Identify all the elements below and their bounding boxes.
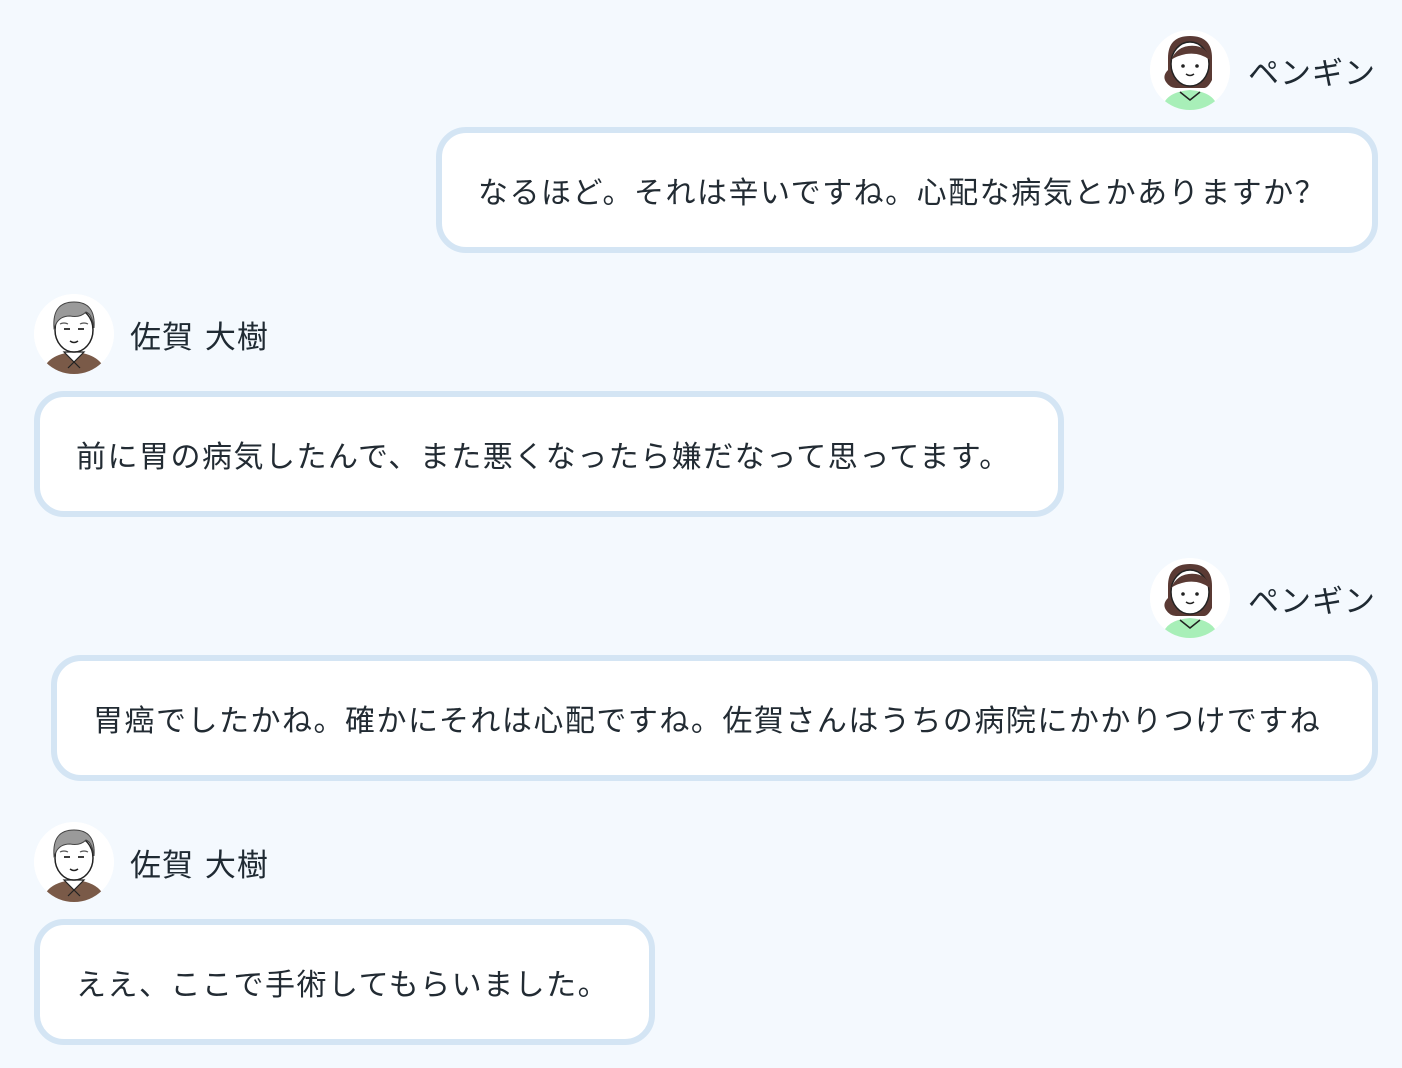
speaker-name: ペンギン: [1248, 583, 1376, 620]
old-man-avatar-icon: [34, 294, 114, 374]
old-man-avatar-icon: [34, 822, 114, 902]
message-bubble: 前に胃の病気したんで、また悪くなったら嫌だなって思ってます。: [34, 391, 1064, 517]
message-header: ペンギン: [1150, 30, 1376, 110]
message-header: ペンギン: [1150, 558, 1376, 638]
message-bubble: 胃癌でしたかね。確かにそれは心配ですね。佐賀さんはうちの病院にかかりつけですね: [51, 655, 1378, 781]
message-header: 佐賀 大樹: [34, 822, 269, 902]
message-text: 胃癌でしたかね。確かにそれは心配ですね。佐賀さんはうちの病院にかかりつけですね: [93, 704, 1322, 739]
message-text: なるほど。それは辛いですね。心配な病気とかありますか？: [478, 176, 1327, 211]
message-bubble: ええ、ここで手術してもらいました。: [34, 919, 655, 1045]
message-header: 佐賀 大樹: [34, 294, 269, 374]
chat-thread: ペンギン なるほど。それは辛いですね。心配な病気とかありますか？ 佐賀 大樹 前…: [0, 0, 1402, 1068]
speaker-name: 佐賀 大樹: [130, 319, 269, 356]
message-bubble: なるほど。それは辛いですね。心配な病気とかありますか？: [436, 127, 1378, 253]
woman-avatar-icon: [1150, 558, 1230, 638]
speaker-name: ペンギン: [1248, 55, 1376, 92]
message-text: 前に胃の病気したんで、また悪くなったら嫌だなって思ってます。: [76, 440, 1011, 475]
woman-avatar-icon: [1150, 30, 1230, 110]
speaker-name: 佐賀 大樹: [130, 847, 269, 884]
message-text: ええ、ここで手術してもらいました。: [76, 968, 610, 1003]
